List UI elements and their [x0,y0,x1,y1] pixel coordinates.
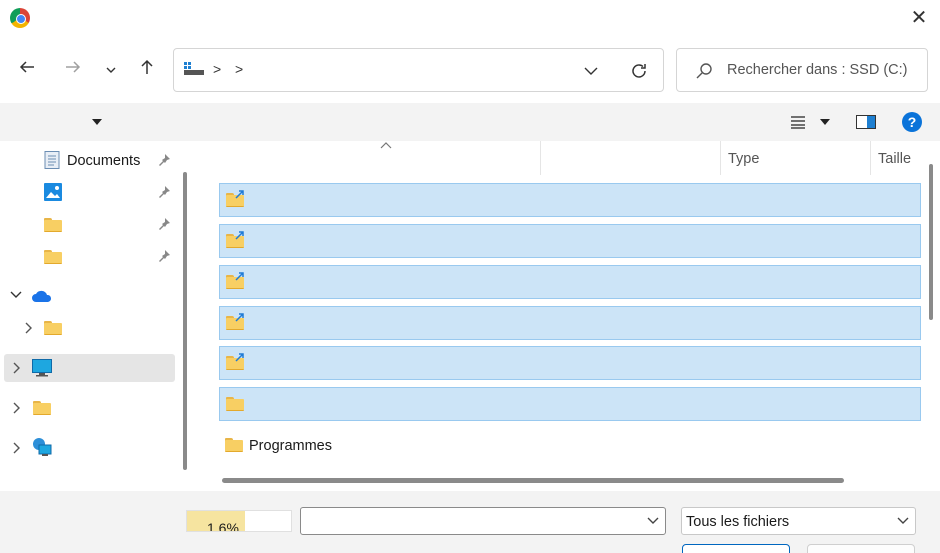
onedrive-icon [32,290,52,302]
pin-icon[interactable] [157,217,171,231]
breadcrumb-separator[interactable]: > [213,61,221,77]
file-row[interactable] [219,306,921,340]
sidebar-item-folder[interactable] [4,243,175,271]
sidebar-item-folder[interactable] [4,394,175,422]
sort-ascending-icon [380,142,392,149]
shortcut-folder-icon [226,231,244,248]
cancel-button[interactable] [807,544,915,553]
chevron-down-icon[interactable] [96,55,126,85]
file-name: Programmes [249,438,332,454]
folder-icon [44,218,62,232]
address-bar[interactable]: > > [173,48,664,92]
command-bar: ? [0,103,940,141]
sidebar-item-folder[interactable] [4,211,175,239]
chevron-down-icon[interactable] [10,290,22,300]
horizontal-scrollbar[interactable] [222,478,844,483]
help-icon[interactable]: ? [902,112,922,132]
breadcrumb-separator[interactable]: > [235,61,243,77]
open-button[interactable] [682,544,790,553]
folder-icon [225,438,243,452]
shortcut-folder-icon [226,313,244,330]
pin-icon[interactable] [157,249,171,263]
file-row[interactable]: Programmes [219,429,921,463]
up-arrow-icon[interactable] [132,55,162,85]
sidebar-item-this-pc[interactable] [4,354,175,382]
forward-arrow-icon[interactable] [58,55,88,85]
this-pc-icon [32,359,52,377]
close-icon[interactable]: ✕ [906,6,932,32]
chevron-down-icon[interactable] [584,66,598,76]
refresh-icon[interactable] [629,61,649,81]
sidebar-item-label: Documents [67,153,141,169]
chevron-right-icon[interactable] [12,442,22,454]
sidebar-scrollbar[interactable] [183,172,187,470]
chrome-icon [10,8,30,28]
folder-icon [44,321,62,335]
sidebar-item-pictures[interactable] [4,179,175,207]
drive-icon [184,62,204,75]
column-header-size[interactable]: Taille [871,141,921,175]
pin-icon[interactable] [157,153,171,167]
chevron-right-icon[interactable] [12,362,22,374]
sidebar-item-onedrive[interactable] [4,282,175,310]
shortcut-folder-icon [226,190,244,207]
preview-pane-icon[interactable] [856,115,876,129]
search-input[interactable]: Rechercher dans : SSD (C:) [727,62,908,78]
organize-dropdown-icon[interactable] [92,119,102,125]
chevron-down-icon[interactable] [897,517,909,525]
file-row[interactable] [219,346,921,380]
file-row[interactable] [219,387,921,421]
filename-input[interactable] [300,507,666,535]
file-list: Type Taille Programmes [195,141,921,491]
folder-icon [33,401,51,415]
shortcut-folder-icon [226,353,244,370]
column-header-name[interactable] [200,141,541,175]
back-arrow-icon[interactable] [12,55,42,85]
column-header-date[interactable] [541,141,721,175]
progress-text: 1.6% [207,520,239,532]
file-list-scrollbar[interactable] [929,164,933,320]
chevron-right-icon[interactable] [12,402,22,414]
chevron-down-icon[interactable] [647,517,659,525]
folder-icon [44,250,62,264]
filetype-value: Tous les fichiers [686,514,790,530]
folder-icon [226,397,244,411]
column-header-label: Taille [878,151,912,167]
file-row[interactable] [219,183,921,217]
file-row[interactable] [219,265,921,299]
view-dropdown-icon[interactable] [820,119,830,125]
svg-text:?: ? [908,114,917,130]
column-header-type[interactable]: Type [721,141,871,175]
column-header-label: Type [728,151,760,167]
view-options-icon[interactable] [790,115,806,129]
chevron-right-icon[interactable] [24,322,34,334]
search-icon [696,63,712,79]
sidebar-item-folder[interactable] [4,314,175,342]
progress-indicator: 1.6% [186,510,292,532]
network-icon [33,438,52,456]
shortcut-folder-icon [226,272,244,289]
pictures-icon [44,183,62,201]
file-row[interactable] [219,224,921,258]
search-box[interactable]: Rechercher dans : SSD (C:) [676,48,928,92]
navigation-pane: Documents [0,141,195,491]
sidebar-item-network[interactable] [4,434,175,462]
filetype-select[interactable]: Tous les fichiers [681,507,916,535]
sidebar-item-documents[interactable]: Documents [4,147,175,175]
documents-icon [44,151,60,169]
pin-icon[interactable] [157,185,171,199]
